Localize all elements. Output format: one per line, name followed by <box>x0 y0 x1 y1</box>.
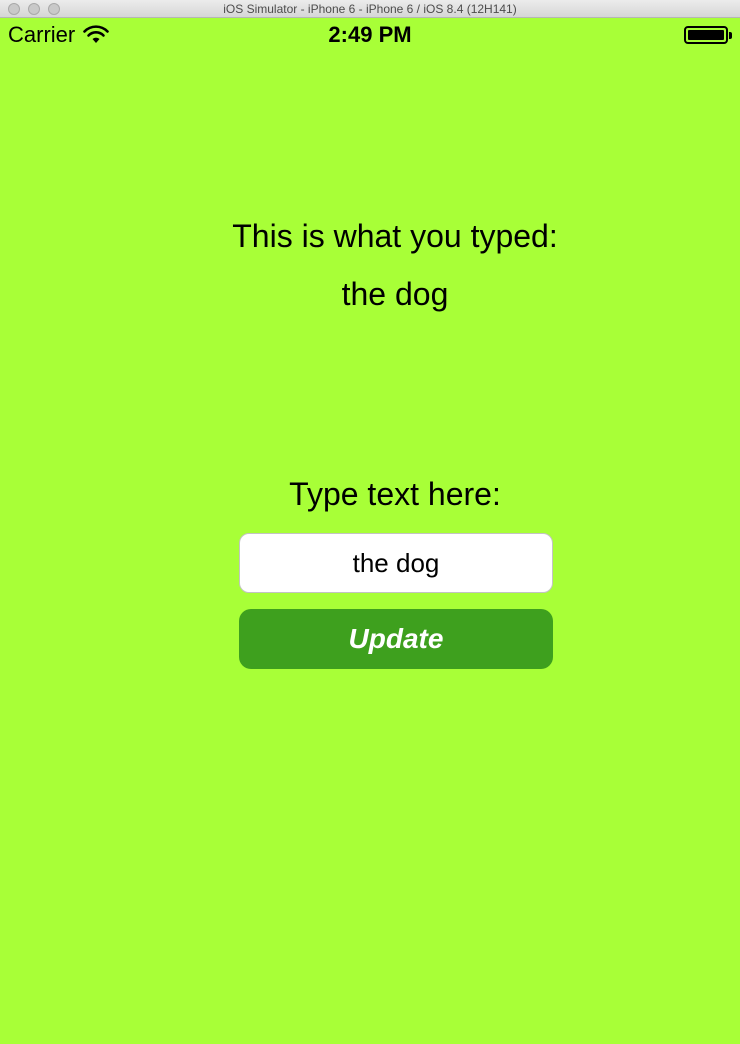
typed-text-display: the dog <box>341 276 449 312</box>
app-screen: Carrier 2:49 PM This is what you typed: … <box>0 18 740 1044</box>
close-window-button[interactable] <box>8 3 20 15</box>
status-bar: Carrier 2:49 PM <box>0 18 740 52</box>
output-caption: This is what you typed: <box>232 218 558 254</box>
zoom-window-button[interactable] <box>48 3 60 15</box>
input-caption: Type text here: <box>289 476 501 512</box>
update-button[interactable]: Update <box>239 609 553 669</box>
window-controls <box>8 3 60 15</box>
battery-icon <box>684 26 734 44</box>
window-title: iOS Simulator - iPhone 6 - iPhone 6 / iO… <box>223 1 517 16</box>
text-input[interactable] <box>239 533 553 593</box>
minimize-window-button[interactable] <box>28 3 40 15</box>
status-time: 2:49 PM <box>328 22 412 47</box>
window-titlebar: iOS Simulator - iPhone 6 - iPhone 6 / iO… <box>0 0 740 18</box>
